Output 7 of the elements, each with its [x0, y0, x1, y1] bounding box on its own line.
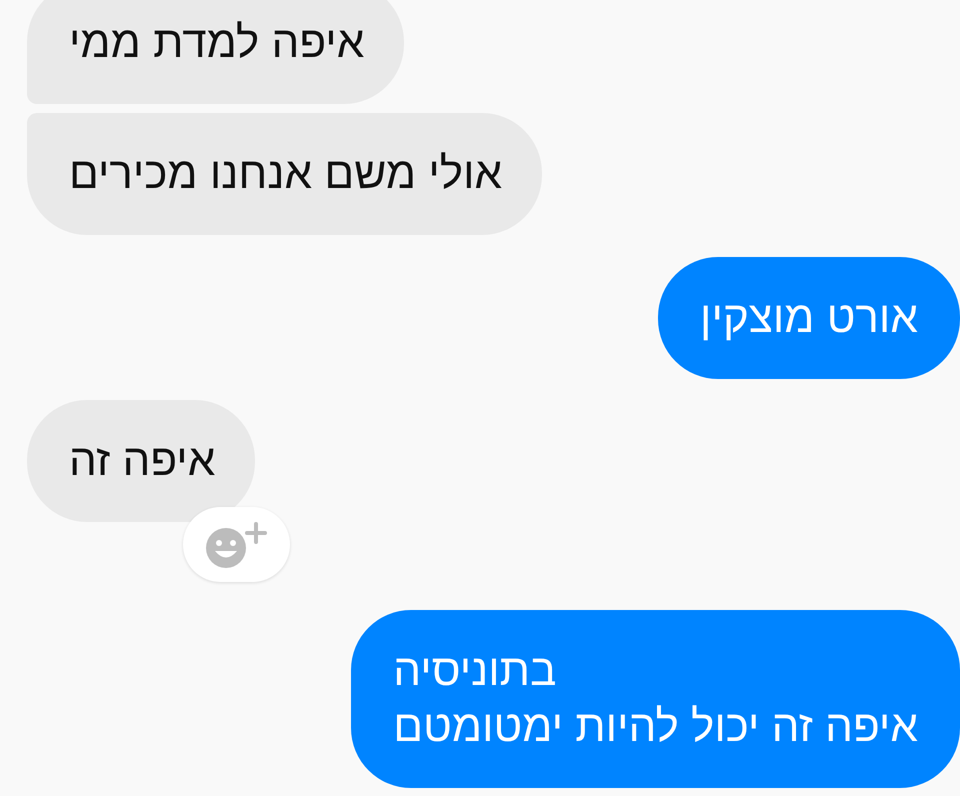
message-bubble: בתוניסיה איפה זה יכול להיות ימטומטם	[351, 610, 960, 788]
message-bubble: איפה זה	[27, 400, 256, 522]
add-reaction-button[interactable]	[183, 507, 290, 582]
smiley-plus-icon	[204, 520, 270, 570]
message-bubble: אולי משם אנחנו מכירים	[27, 113, 542, 235]
message-bubble: איפה למדת ממי	[27, 0, 404, 104]
message-bubble: אורט מוצקין	[658, 257, 960, 379]
